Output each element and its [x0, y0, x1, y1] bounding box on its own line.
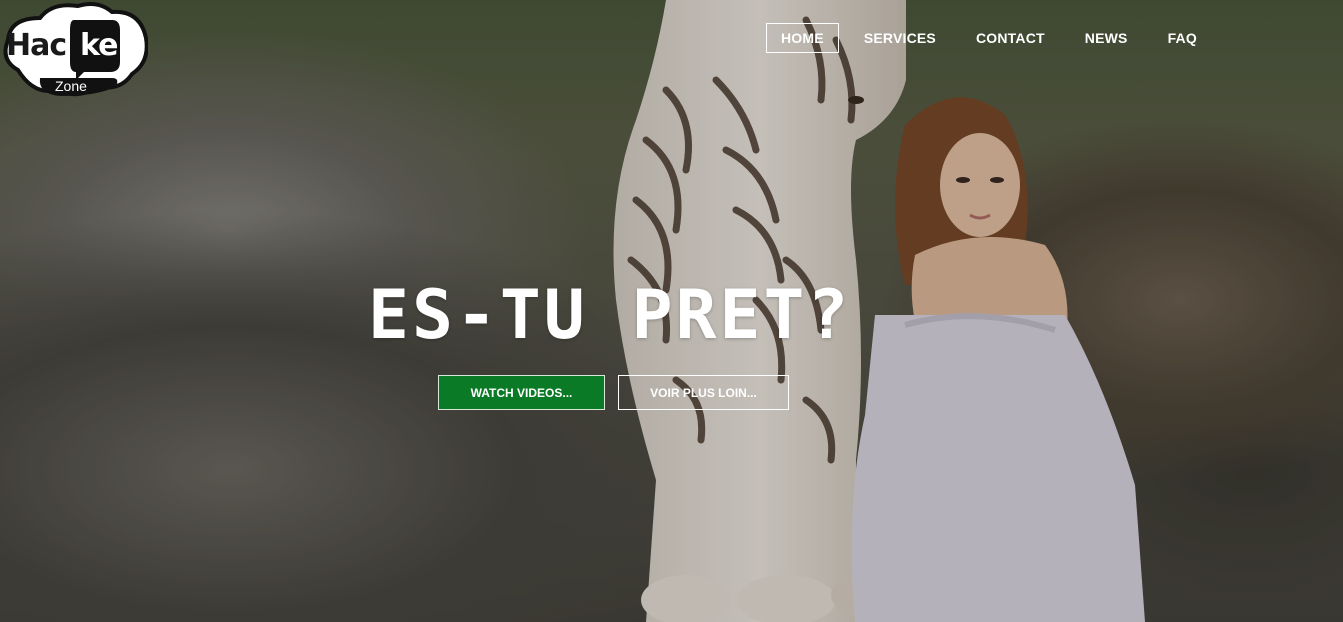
hero-headline: ES-TU PRET? — [368, 276, 852, 355]
logo-text-left: Hac — [6, 28, 67, 63]
watch-videos-button[interactable]: WATCH VIDEOS... — [438, 375, 605, 410]
nav-home[interactable]: HOME — [766, 23, 839, 53]
logo-text-right: ker — [80, 28, 132, 63]
nav-services[interactable]: SERVICES — [849, 23, 951, 53]
hero-section: Hac ker Zone HOME SERVICES CONTACT NEWS … — [0, 0, 1343, 622]
nav-faq[interactable]: FAQ — [1153, 23, 1212, 53]
logo-subtitle: Zone — [55, 78, 87, 94]
voir-plus-loin-button[interactable]: VOIR PLUS LOIN... — [618, 375, 789, 410]
main-navigation: HOME SERVICES CONTACT NEWS FAQ — [766, 23, 1222, 53]
nav-contact[interactable]: CONTACT — [961, 23, 1060, 53]
site-logo[interactable]: Hac ker Zone — [0, 0, 148, 102]
nav-news[interactable]: NEWS — [1070, 23, 1143, 53]
